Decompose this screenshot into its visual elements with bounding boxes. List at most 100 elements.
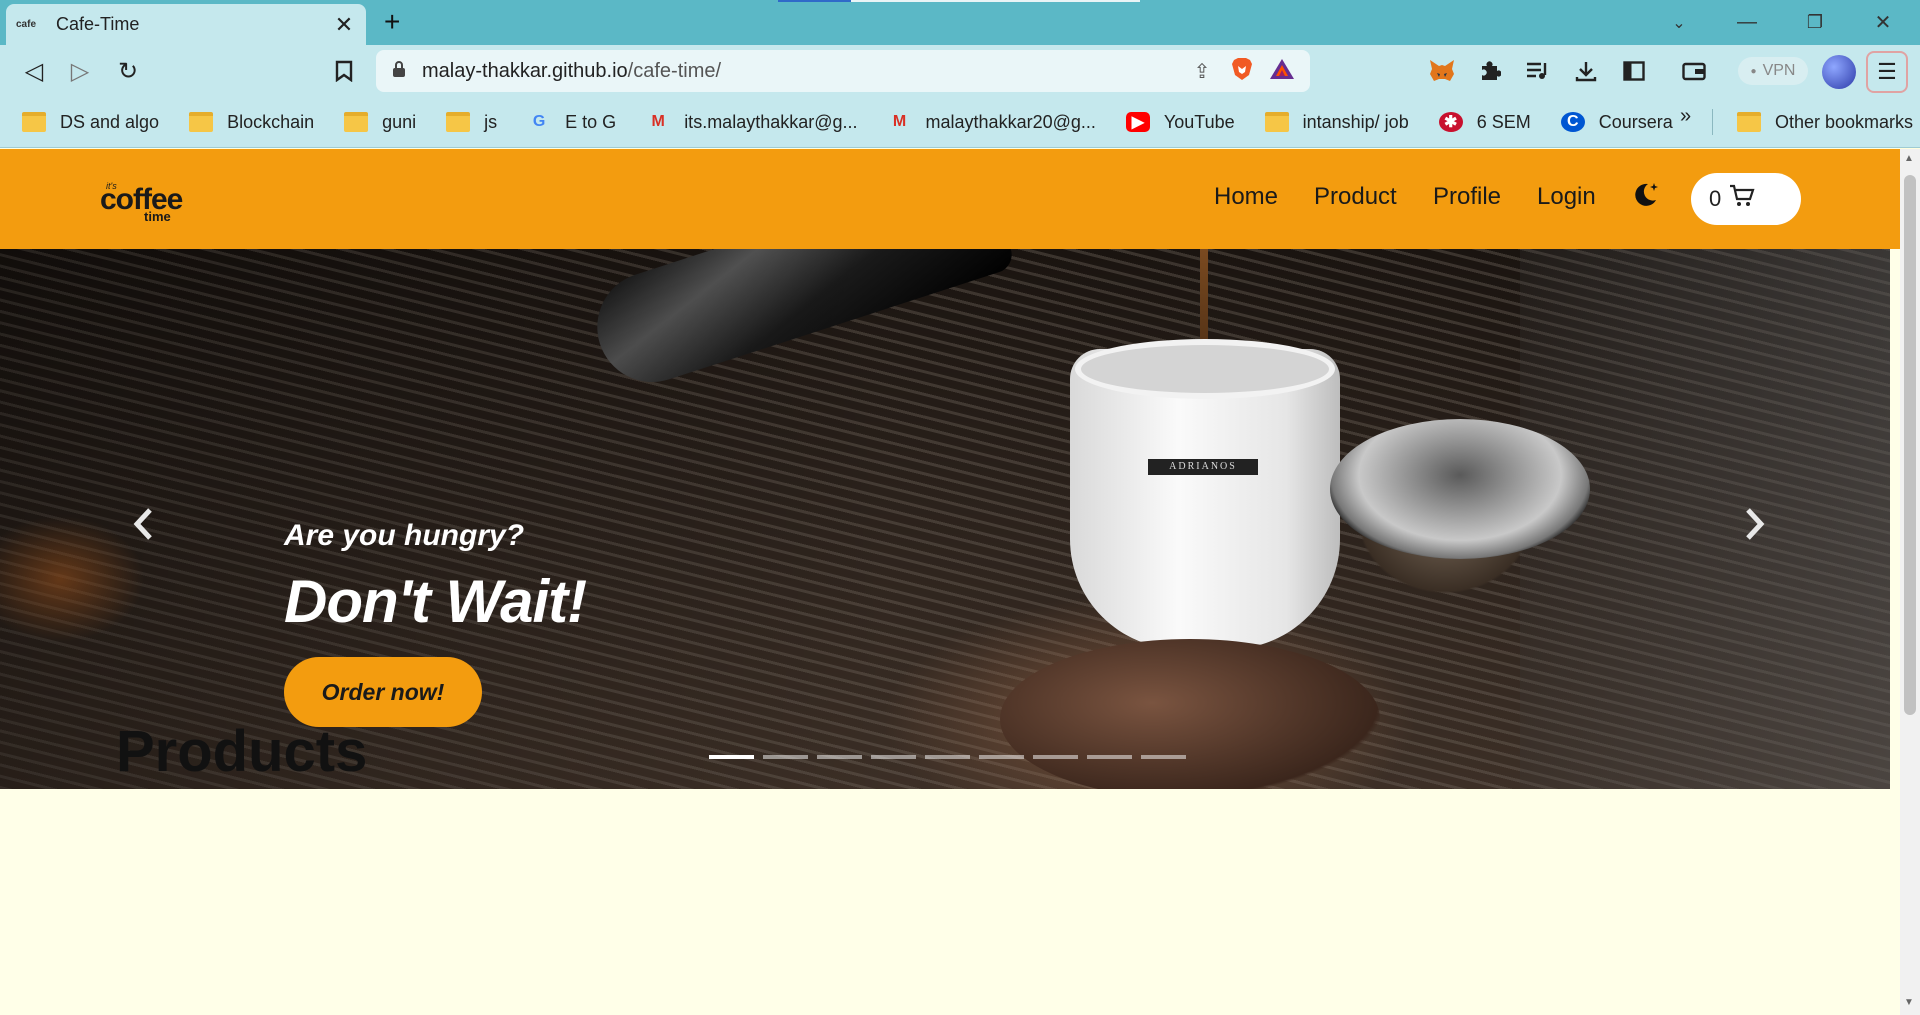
carousel-indicator-8[interactable]: [1087, 755, 1132, 759]
close-tab-icon[interactable]: ✕: [332, 12, 356, 38]
bookmark-gmail-1[interactable]: Mits.malaythakkar@g...: [624, 105, 865, 139]
order-now-button[interactable]: Order now!: [284, 657, 482, 727]
bookmark-label: js: [484, 111, 498, 132]
forward-icon[interactable]: ▷: [62, 53, 98, 89]
url-text: malay-thakkar.github.io/cafe-time/: [422, 60, 1182, 83]
brave-rewards-icon[interactable]: [1262, 58, 1302, 85]
bookmark-e-to-g[interactable]: G E to G: [505, 105, 624, 139]
nav-profile[interactable]: Profile: [1433, 183, 1501, 211]
bookmark-label: intanship/ job: [1302, 111, 1409, 132]
bookmark-label: Other bookmarks: [1775, 111, 1914, 132]
more-bookmarks-chevron-icon[interactable]: »: [1680, 105, 1691, 128]
metamask-icon[interactable]: [1426, 55, 1458, 87]
bookmark-intanship-job[interactable]: intanship/ job: [1243, 105, 1417, 139]
bookmark-label: Blockchain: [227, 111, 315, 132]
site-navbar: it's coffee time Home Product Profile Lo…: [0, 149, 1900, 249]
cup-rim-image: [1075, 339, 1335, 399]
cup-band-text: ADRIANOS: [1148, 459, 1258, 475]
media-playlist-icon[interactable]: [1522, 55, 1554, 87]
folder-icon: [189, 112, 214, 132]
tab-strip: cafe Cafe-Time ✕ + ⌄ — ❐ ✕: [0, 0, 1920, 45]
close-window-icon[interactable]: ✕: [1850, 0, 1916, 45]
bookmark-other[interactable]: Other bookmarks: [1715, 105, 1920, 139]
bookmark-gmail-2[interactable]: Mmalaythakkar20@g...: [866, 105, 1104, 139]
carousel-indicator-2[interactable]: [763, 755, 808, 759]
bookmark-ds-and-algo[interactable]: DS and algo: [0, 105, 167, 139]
url-path: /cafe-time/: [627, 59, 722, 82]
address-bar[interactable]: malay-thakkar.github.io/cafe-time/ ⇪: [376, 50, 1310, 92]
bookmark-label: malaythakkar20@g...: [925, 111, 1096, 132]
carousel-indicator-9[interactable]: [1141, 755, 1186, 759]
carousel-indicator-1[interactable]: [709, 755, 754, 759]
dark-mode-moon-icon[interactable]: [1630, 179, 1660, 209]
carousel-next-chevron-icon[interactable]: [1740, 504, 1770, 544]
sem-icon: ✱: [1438, 112, 1463, 132]
gmail-icon: M: [651, 113, 665, 130]
hero-subtitle: Are you hungry?: [284, 519, 525, 552]
hero-headline: Don't Wait!: [284, 568, 587, 635]
carousel-indicator-6[interactable]: [979, 755, 1024, 759]
restore-icon[interactable]: ❐: [1782, 0, 1848, 45]
lock-icon: [392, 60, 422, 83]
nav-home[interactable]: Home: [1214, 183, 1278, 211]
bookmark-coursera[interactable]: C Coursera: [1539, 105, 1681, 139]
barista-hand-image: [1000, 639, 1380, 789]
cart-count: 0: [1709, 186, 1722, 211]
hero-caption: Are you hungry? Don't Wait!: [284, 519, 587, 636]
extensions-puzzle-icon[interactable]: [1474, 55, 1506, 87]
carousel-prev-chevron-icon[interactable]: [128, 504, 158, 544]
folder-icon: [1737, 112, 1761, 132]
bookmark-youtube[interactable]: ▶ YouTube: [1104, 105, 1243, 139]
folder-icon: [446, 112, 471, 132]
nav-product[interactable]: Product: [1314, 183, 1397, 211]
bookmark-icon[interactable]: [326, 53, 362, 89]
carousel-indicators: [709, 755, 1195, 759]
coursera-icon: C: [1560, 112, 1585, 132]
carousel-indicator-7[interactable]: [1033, 755, 1078, 759]
bookmark-label: its.malaythakkar@g...: [684, 111, 858, 132]
browser-menu-icon[interactable]: ☰: [1866, 51, 1908, 93]
nav-login[interactable]: Login: [1537, 183, 1596, 211]
bookmark-6-sem[interactable]: ✱ 6 SEM: [1417, 105, 1539, 139]
web-page: it's coffee time Home Product Profile Lo…: [0, 149, 1900, 1015]
bookmark-js[interactable]: js: [424, 105, 505, 139]
bookmark-blockchain[interactable]: Blockchain: [167, 105, 322, 139]
tab-search-chevron-icon[interactable]: ⌄: [1646, 0, 1712, 45]
page-scrollbar[interactable]: ▲ ▼: [1900, 149, 1920, 1015]
bookmark-guni[interactable]: guni: [322, 105, 424, 139]
tab-favicon-icon: cafe: [16, 19, 37, 30]
reload-icon[interactable]: ↻: [110, 53, 146, 89]
carousel-indicator-5[interactable]: [925, 755, 970, 759]
profile-avatar-icon[interactable]: [1822, 55, 1856, 89]
scroll-up-icon[interactable]: ▲: [1904, 153, 1914, 164]
tab-cafe-time[interactable]: cafe Cafe-Time ✕: [6, 4, 366, 45]
carousel-indicator-3[interactable]: [817, 755, 862, 759]
google-icon: G: [532, 113, 546, 130]
brave-shields-icon[interactable]: [1222, 57, 1262, 86]
folder-icon: [22, 112, 46, 132]
share-icon[interactable]: ⇪: [1182, 59, 1222, 84]
cart-icon: [1729, 184, 1755, 214]
minimize-icon[interactable]: —: [1714, 0, 1780, 45]
downloads-icon[interactable]: [1570, 55, 1602, 87]
browser-window: cafe Cafe-Time ✕ + ⌄ — ❐ ✕ ◁ ▷ ↻ malay-t…: [0, 0, 1920, 1015]
folder-icon: [1264, 112, 1289, 132]
url-host: malay-thakkar.github.io: [422, 59, 628, 82]
new-tab-button[interactable]: +: [384, 6, 400, 38]
scrollbar-thumb[interactable]: [1904, 175, 1916, 715]
logo-sub-text: time: [144, 209, 171, 224]
portafilter-image: [1330, 419, 1590, 559]
cart-button[interactable]: 0: [1691, 173, 1801, 225]
bookmark-label: DS and algo: [60, 111, 160, 132]
tab-title: Cafe-Time: [56, 14, 140, 34]
loading-bar: [778, 0, 1140, 2]
wallet-icon[interactable]: [1678, 55, 1710, 87]
scroll-down-icon[interactable]: ▼: [1904, 997, 1914, 1008]
back-icon[interactable]: ◁: [16, 53, 52, 89]
products-heading: Products: [116, 719, 368, 784]
carousel-indicator-4[interactable]: [871, 755, 916, 759]
coffee-time-logo[interactable]: it's coffee time: [100, 171, 183, 227]
sidebar-toggle-icon[interactable]: [1618, 55, 1650, 87]
vpn-button[interactable]: ● VPN: [1738, 57, 1808, 85]
bookmark-label: guni: [382, 111, 417, 132]
